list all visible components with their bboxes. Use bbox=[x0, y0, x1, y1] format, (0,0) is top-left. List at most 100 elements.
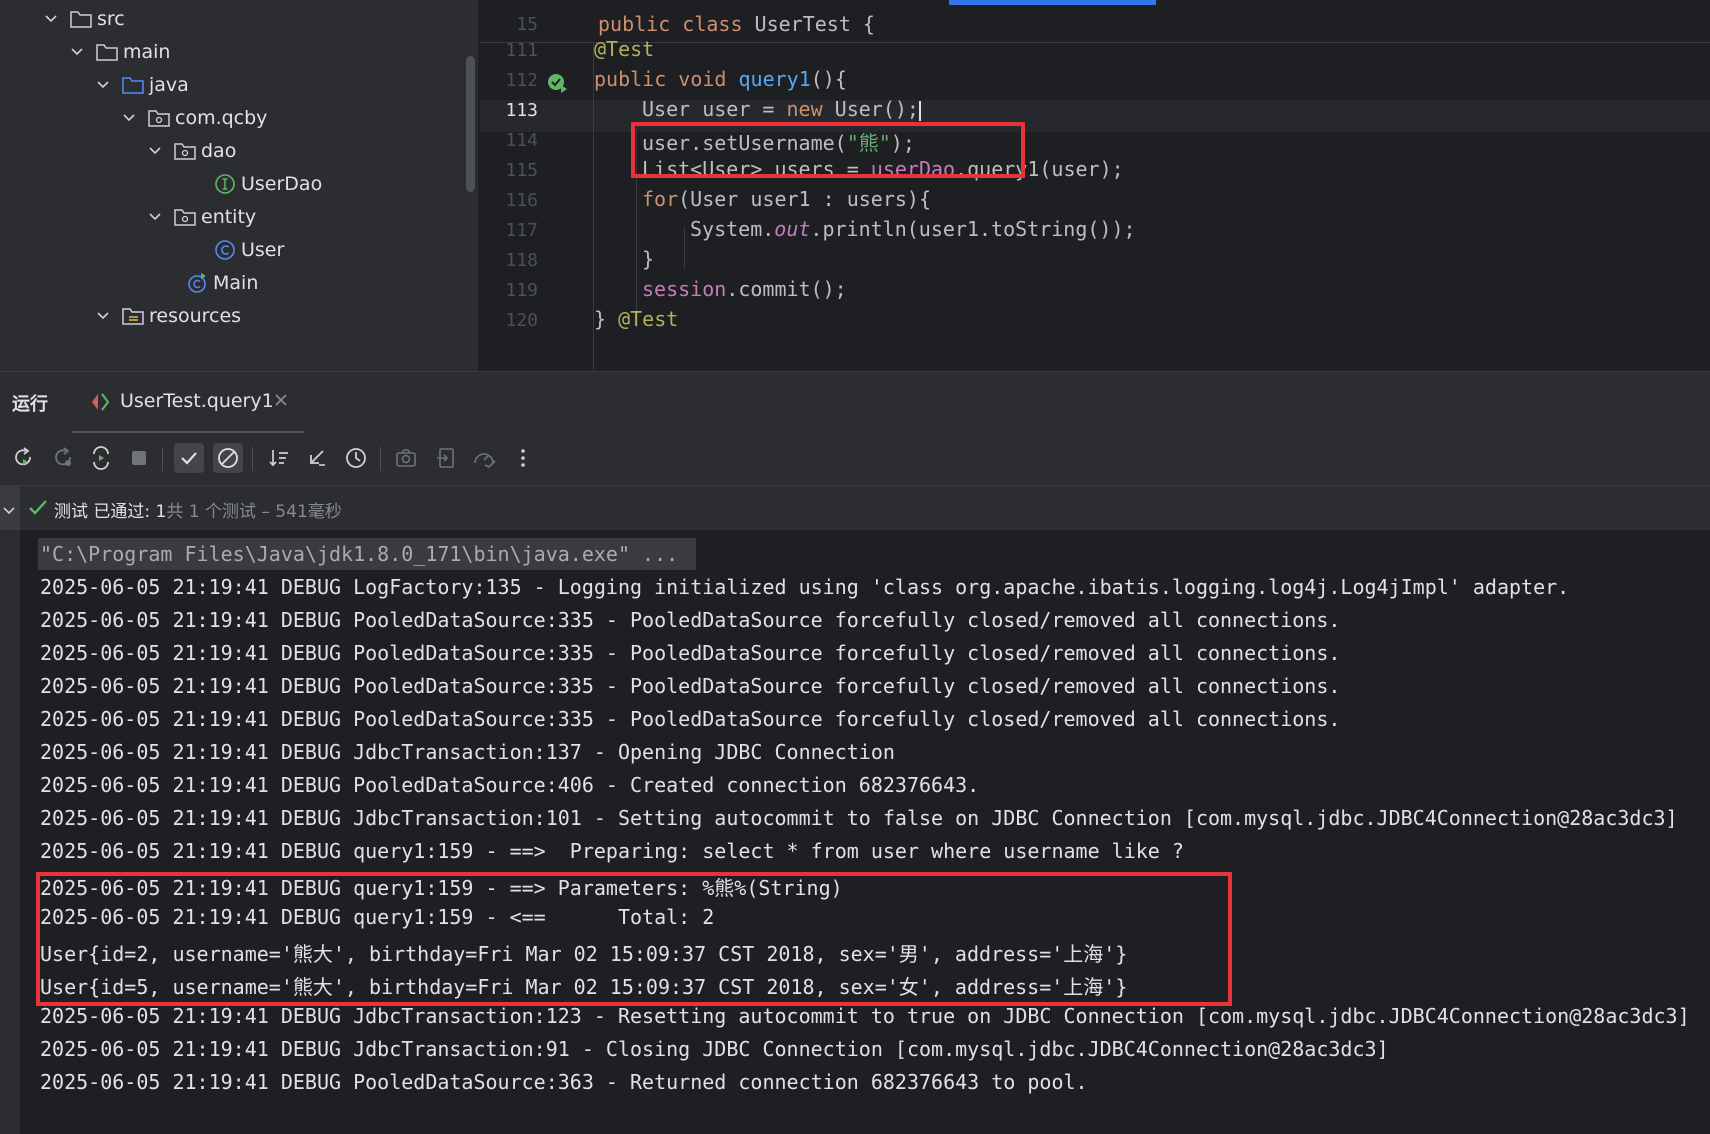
project-tree: src main java com.qcby dao UserDao entit… bbox=[0, 0, 478, 371]
toolbar-separator bbox=[380, 447, 381, 471]
tree-item-label: java bbox=[149, 74, 189, 96]
line-number: 114 bbox=[505, 130, 538, 151]
tree-item-resources[interactable]: resources bbox=[96, 299, 241, 333]
tree-item-java[interactable]: java bbox=[96, 68, 189, 102]
chevron-down-icon[interactable] bbox=[96, 78, 110, 92]
tree-item-label: UserDao bbox=[241, 173, 323, 195]
toolbar-separator bbox=[162, 447, 163, 471]
code-line: session.commit(); bbox=[642, 277, 847, 301]
code-line: User user = new User(); bbox=[642, 97, 921, 121]
code-line: } @Test bbox=[594, 307, 679, 331]
tree-item-com-qcby[interactable]: com.qcby bbox=[122, 101, 267, 135]
console-line: 2025-06-05 21:19:41 DEBUG PooledDataSour… bbox=[40, 608, 1341, 632]
console-line: 2025-06-05 21:19:41 DEBUG JdbcTransactio… bbox=[40, 740, 895, 764]
console-line: 2025-06-05 21:19:41 DEBUG PooledDataSour… bbox=[40, 641, 1341, 665]
code-line: for(User user1 : users){ bbox=[642, 187, 931, 211]
camera-icon[interactable] bbox=[391, 443, 421, 473]
chevron-down-icon[interactable] bbox=[70, 45, 84, 59]
code-line: @Test bbox=[594, 37, 655, 61]
chevron-down-icon[interactable] bbox=[148, 210, 162, 224]
tab-usertest-query1[interactable]: UserTest.query1 bbox=[72, 372, 304, 434]
show-passed-toggle[interactable] bbox=[174, 443, 204, 473]
main-class-icon bbox=[186, 272, 208, 294]
console-line: 2025-06-05 21:19:41 DEBUG PooledDataSour… bbox=[40, 773, 980, 797]
source-folder-icon bbox=[122, 76, 144, 94]
package-icon bbox=[174, 208, 196, 226]
chevron-down-icon[interactable] bbox=[148, 144, 162, 158]
folder-icon bbox=[96, 43, 118, 61]
show-ignored-toggle[interactable] bbox=[213, 443, 243, 473]
tree-item-label: entity bbox=[201, 206, 257, 228]
code-line: System.out.println(user1.toString()); bbox=[690, 217, 1136, 241]
run-tool-window-header: 运行 UserTest.query1 bbox=[0, 371, 1710, 434]
tab-label: UserTest.query1 bbox=[120, 390, 274, 412]
tree-item-entity[interactable]: entity bbox=[148, 200, 256, 234]
export-icon[interactable] bbox=[431, 443, 461, 473]
folder-icon bbox=[70, 10, 92, 28]
tree-item-label: dao bbox=[201, 140, 237, 162]
line-number: 120 bbox=[505, 310, 538, 331]
test-summary-row[interactable]: 测试 已通过: 1共 1 个测试 – 541毫秒 bbox=[0, 486, 1710, 530]
console-line: 2025-06-05 21:19:41 DEBUG PooledDataSour… bbox=[40, 1070, 1088, 1094]
run-title: 运行 bbox=[12, 394, 48, 415]
console-line: 2025-06-05 21:19:41 DEBUG JdbcTransactio… bbox=[40, 1037, 1389, 1061]
tree-item-main[interactable]: main bbox=[70, 35, 170, 69]
line-number: 118 bbox=[505, 250, 538, 271]
chevron-down-icon[interactable] bbox=[44, 12, 58, 26]
tree-item-dao[interactable]: dao bbox=[148, 134, 236, 168]
tree-item-label: Main bbox=[213, 272, 259, 294]
rerun-button[interactable] bbox=[8, 443, 38, 473]
tree-item-main-class[interactable]: Main bbox=[186, 266, 258, 300]
line-number: 115 bbox=[505, 160, 538, 181]
console-line: 2025-06-05 21:19:41 DEBUG JdbcTransactio… bbox=[40, 1004, 1690, 1028]
console-output[interactable]: "C:\Program Files\Java\jdk1.8.0_171\bin\… bbox=[20, 530, 1710, 1134]
stop-button[interactable] bbox=[124, 443, 154, 473]
tree-item-userdao[interactable]: UserDao bbox=[214, 167, 322, 201]
test-status: 测试 已通过: bbox=[54, 502, 151, 522]
import-tests-icon[interactable] bbox=[302, 443, 332, 473]
tree-item-label: User bbox=[241, 239, 285, 261]
chevron-down-icon[interactable] bbox=[2, 502, 16, 521]
chevron-down-icon[interactable] bbox=[96, 309, 110, 323]
tree-item-src[interactable]: src bbox=[44, 2, 125, 36]
console-gutter bbox=[0, 530, 20, 1134]
class-icon bbox=[214, 239, 236, 261]
chevron-down-icon[interactable] bbox=[122, 111, 136, 125]
console-line: 2025-06-05 21:19:41 DEBUG PooledDataSour… bbox=[40, 707, 1341, 731]
code-editor[interactable]: 15 public class UserTest { 111 112 113 1… bbox=[480, 0, 1710, 371]
highlight-box-console bbox=[36, 872, 1232, 1006]
toggle-auto-test-button[interactable] bbox=[86, 443, 116, 473]
tree-item-label: main bbox=[123, 41, 171, 63]
rerun-failed-button[interactable] bbox=[48, 443, 78, 473]
test-history-icon[interactable] bbox=[341, 443, 371, 473]
more-options-icon[interactable] bbox=[508, 443, 538, 473]
tree-scrollbar[interactable] bbox=[466, 56, 475, 192]
sticky-header[interactable]: 15 public class UserTest { bbox=[480, 8, 1710, 43]
run-toolbar bbox=[0, 433, 1710, 486]
indent-guide bbox=[684, 228, 685, 268]
line-number: 112 bbox=[505, 70, 538, 91]
interface-icon bbox=[214, 173, 236, 195]
coverage-icon[interactable] bbox=[469, 443, 499, 473]
test-passed-count: 1 bbox=[155, 502, 167, 522]
tree-item-label: com.qcby bbox=[175, 107, 268, 129]
resources-folder-icon bbox=[122, 307, 144, 325]
text-caret bbox=[918, 100, 921, 121]
run-test-passed-icon[interactable] bbox=[546, 72, 568, 98]
test-detail: 共 1 个测试 – 541毫秒 bbox=[166, 502, 342, 522]
console-line: 2025-06-05 21:19:41 DEBUG PooledDataSour… bbox=[40, 674, 1341, 698]
line-number: 111 bbox=[505, 40, 538, 61]
tree-item-user[interactable]: User bbox=[214, 233, 284, 267]
test-class-icon bbox=[90, 392, 112, 416]
line-number-current: 113 bbox=[505, 100, 538, 121]
code-line: public void query1(){ bbox=[594, 67, 847, 91]
test-passed-icon bbox=[28, 498, 48, 522]
package-icon bbox=[148, 109, 170, 127]
close-tab-icon[interactable] bbox=[274, 392, 288, 411]
line-number: 119 bbox=[505, 280, 538, 301]
sort-icon[interactable] bbox=[264, 443, 294, 473]
sticky-class-declaration: public class UserTest { bbox=[598, 12, 875, 36]
tree-column bbox=[0, 486, 20, 530]
code-line: } bbox=[642, 247, 655, 271]
highlight-box-code bbox=[631, 122, 1025, 178]
